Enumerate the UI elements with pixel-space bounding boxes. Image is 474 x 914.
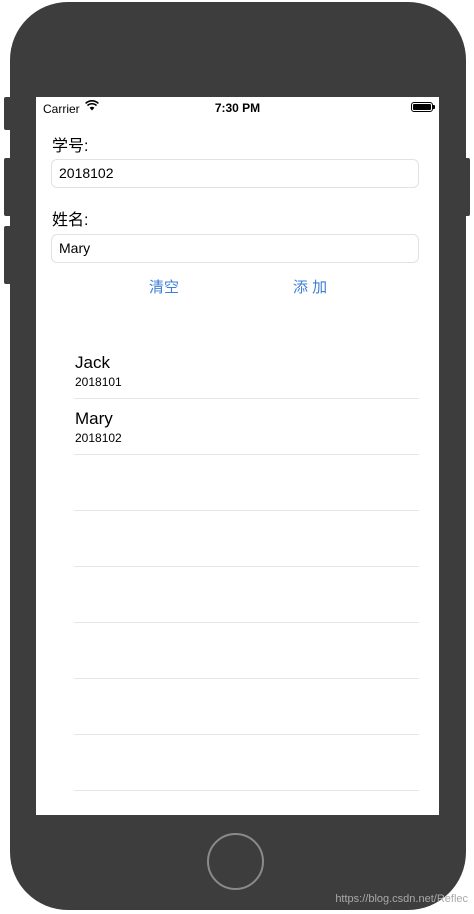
list-item-id: 2018102 [75,431,122,445]
status-time: 7:30 PM [214,101,261,115]
clear-button[interactable]: 清空 [149,276,179,297]
list-item-name: Jack [75,353,110,372]
home-button[interactable] [207,833,264,890]
add-button[interactable]: 添 加 [293,276,327,297]
mute-switch [4,97,12,130]
student-name-label: 姓名: [52,212,89,229]
list-item[interactable]: Mary 2018102 [74,399,419,455]
list-item[interactable] [74,455,419,511]
list-item[interactable] [74,511,419,567]
student-id-label: 学号: [52,138,89,155]
list-item-name: Mary [75,409,113,428]
list-item[interactable] [74,679,419,735]
list-item[interactable] [74,567,419,623]
volume-down-button [4,226,12,284]
status-bar: Carrier 7:30 PM [36,97,439,119]
student-name-field[interactable]: Mary [51,234,419,263]
list-item[interactable] [74,623,419,679]
watermark: https://blog.csdn.net/Reflec [335,893,468,905]
battery-icon [411,102,435,112]
power-button [462,158,470,216]
list-item[interactable] [74,735,419,791]
volume-up-button [4,158,12,216]
student-id-field[interactable]: 2018102 [51,159,419,188]
list-item-id: 2018101 [75,375,122,389]
student-list: Jack 2018101 Mary 2018102 [74,343,419,791]
app-screen: Carrier 7:30 PM 学号: 2018102 姓名: Mary 清空 … [36,97,439,815]
list-item[interactable]: Jack 2018101 [74,343,419,399]
